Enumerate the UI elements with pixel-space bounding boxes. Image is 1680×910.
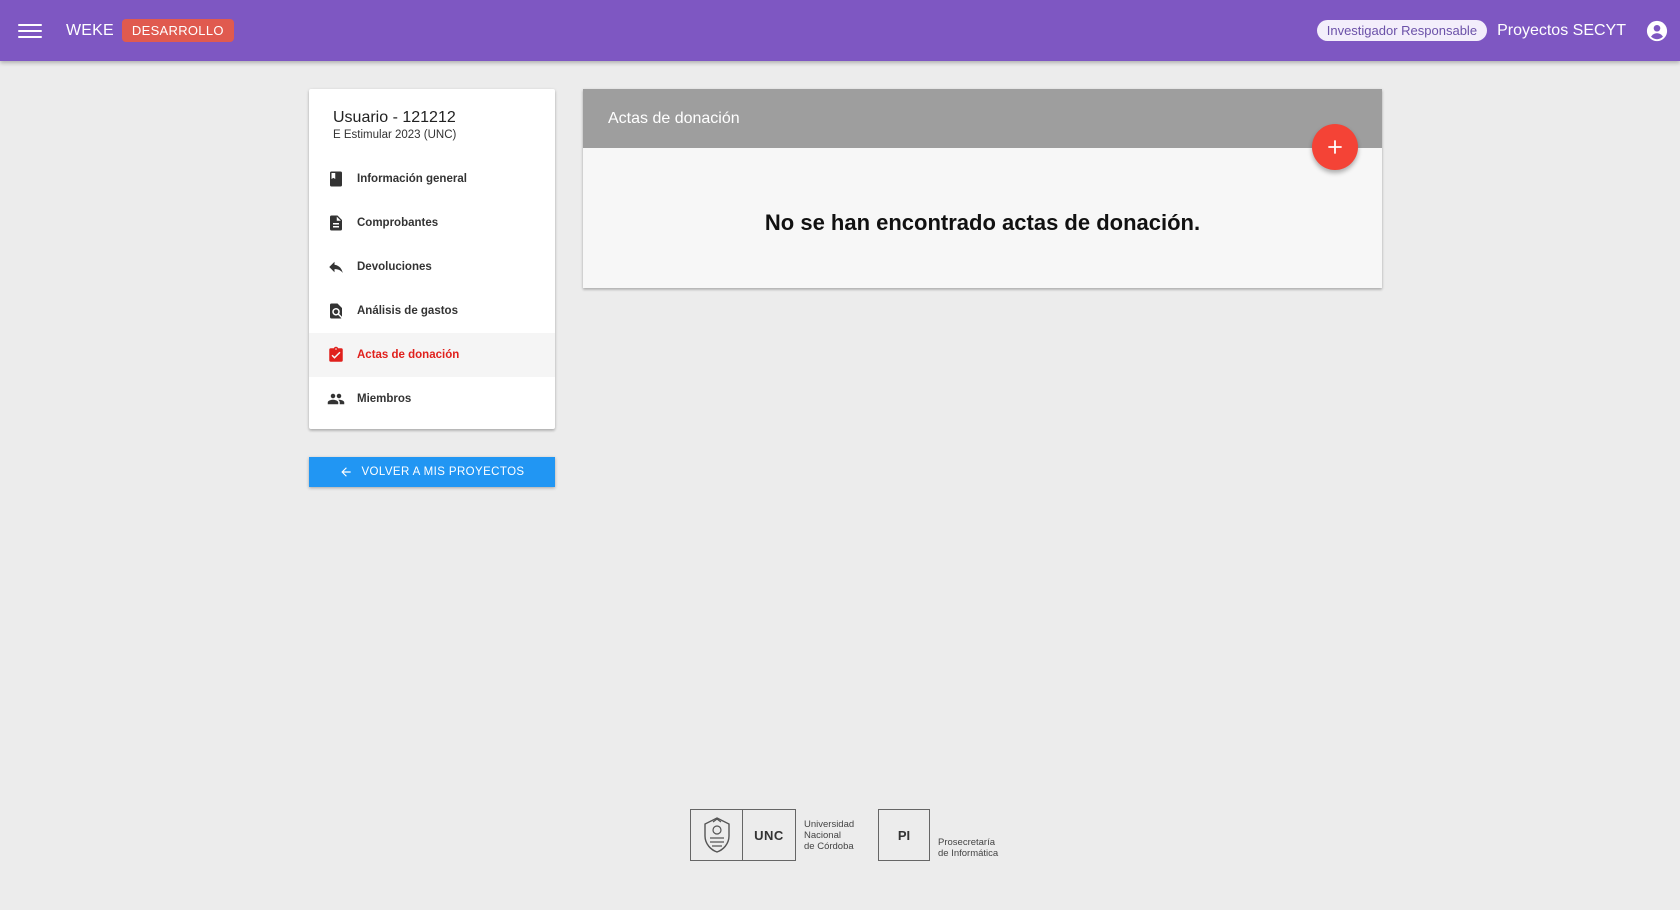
unc-logo: UNC — [690, 809, 796, 861]
plus-icon — [1328, 140, 1342, 154]
empty-state-message: No se han encontrado actas de donación. — [764, 210, 1201, 235]
pi-caption-line: Prosecretaría — [938, 837, 996, 848]
sidebar-item-label: Miembros — [357, 393, 412, 405]
document-icon — [330, 215, 342, 231]
panel-header: Actas de donación — [583, 89, 1382, 148]
project-user-title: Usuario - 121212 — [333, 109, 456, 126]
sidebar-item-label: Análisis de gastos — [357, 305, 458, 317]
top-app-bar: WEKE DESARROLLO Investigador Responsable… — [0, 0, 1680, 61]
topbar-title: Proyectos SECYT — [1497, 21, 1626, 39]
donation-records-panel: Actas de donación No se han encontrado a… — [583, 89, 1382, 288]
role-chip[interactable]: Investigador Responsable — [1316, 20, 1488, 41]
sidebar-item-informacion-general[interactable]: Información general — [309, 157, 555, 201]
project-sidebar: Usuario - 121212 E Estimular 2023 (UNC) … — [309, 89, 555, 429]
unc-seal-icon — [691, 810, 743, 860]
menu-icon[interactable] — [18, 22, 42, 40]
unc-caption-line: de Córdoba — [804, 840, 854, 852]
arrow-back-icon — [341, 467, 352, 477]
unc-caption: Universidad Nacional de Córdoba — [804, 819, 872, 852]
sidebar-item-miembros[interactable]: Miembros — [309, 377, 555, 421]
sidebar-item-label: Actas de donación — [357, 349, 460, 361]
unc-caption-line: Nacional — [804, 829, 841, 841]
sidebar-item-analisis-de-gastos[interactable]: Análisis de gastos — [309, 289, 555, 333]
pi-caption: Prosecretaría de Informática — [938, 837, 1018, 859]
app-name[interactable]: WEKE — [66, 22, 114, 40]
panel-title: Actas de donación — [608, 109, 740, 127]
footer-logos: UNC Universidad Nacional de Córdoba PI P… — [690, 808, 1018, 862]
sidebar-item-label: Información general — [357, 173, 467, 185]
book-icon — [330, 171, 342, 187]
sidebar-item-comprobantes[interactable]: Comprobantes — [309, 201, 555, 245]
back-button-label: VOLVER A MIS PROYECTOS — [361, 466, 525, 478]
pi-caption-line: de Informática — [938, 848, 999, 859]
sidebar-item-label: Devoluciones — [357, 261, 432, 273]
sidebar-item-devoluciones[interactable]: Devoluciones — [309, 245, 555, 289]
sidebar-item-actas-de-donacion[interactable]: Actas de donación — [309, 333, 555, 377]
back-to-projects-button[interactable]: VOLVER A MIS PROYECTOS — [309, 457, 555, 487]
people-icon — [327, 393, 345, 405]
unc-logo-text: UNC — [754, 827, 784, 843]
project-subtitle: E Estimular 2023 (UNC) — [333, 129, 457, 141]
reply-icon — [329, 261, 343, 273]
unc-caption-line: Universidad — [804, 818, 855, 830]
pi-logo: PI — [878, 809, 930, 861]
find-in-page-icon — [330, 303, 342, 319]
assignment-check-icon — [329, 346, 343, 362]
environment-badge: DESARROLLO — [121, 19, 234, 42]
sidebar-item-label: Comprobantes — [357, 217, 439, 229]
account-circle-icon[interactable] — [1646, 20, 1668, 42]
add-donation-record-button[interactable] — [1312, 124, 1358, 170]
